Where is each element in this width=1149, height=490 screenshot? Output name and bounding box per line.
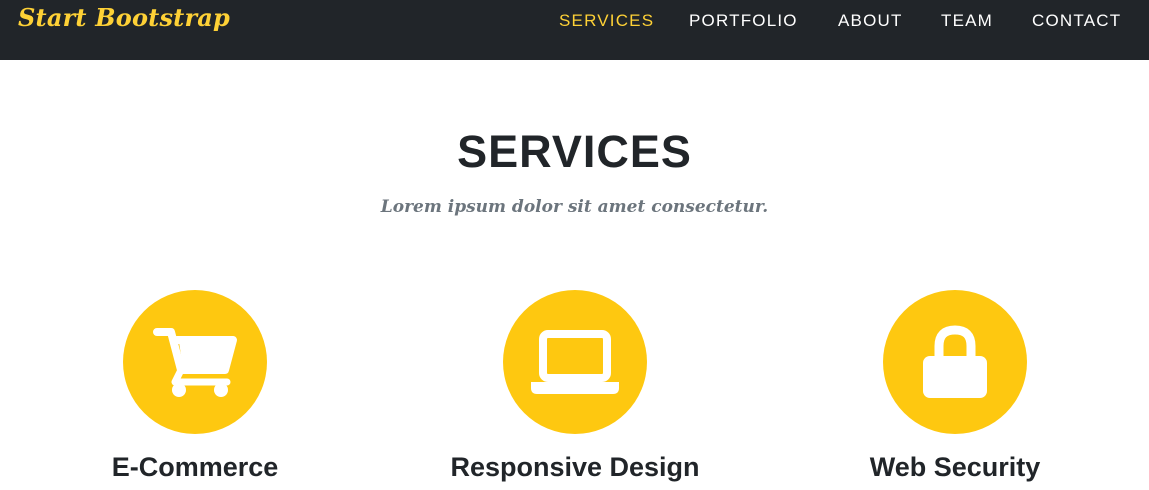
service-item-ecommerce: E-Commerce	[5, 290, 385, 483]
shopping-cart-icon	[153, 328, 237, 397]
service-title: Responsive Design	[450, 452, 700, 482]
nav-link-portfolio[interactable]: PORTFOLIO	[689, 11, 798, 31]
service-item-web-security: Web Security	[765, 290, 1145, 483]
icon-circle	[123, 290, 267, 434]
nav-link-services[interactable]: SERVICES	[559, 11, 654, 31]
nav-link-team[interactable]: TEAM	[941, 11, 993, 31]
service-title: E-Commerce	[111, 452, 279, 482]
nav-link-contact[interactable]: CONTACT	[1032, 11, 1121, 31]
nav-link-about[interactable]: ABOUT	[838, 11, 903, 31]
service-item-responsive-design: Responsive Design	[385, 290, 765, 483]
section-heading: SERVICES	[457, 126, 692, 177]
lock-icon	[923, 325, 987, 398]
section-subheading: Lorem ipsum dolor sit amet consectetur.	[380, 197, 769, 217]
icon-circle	[503, 290, 647, 434]
icon-circle	[883, 290, 1027, 434]
navbar: Start Bootstrap SERVICES PORTFOLIO ABOUT…	[0, 0, 1149, 60]
nav-links: SERVICES PORTFOLIO ABOUT TEAM CONTACT	[0, 0, 1149, 40]
laptop-icon	[531, 330, 619, 394]
service-title: Web Security	[869, 452, 1041, 482]
